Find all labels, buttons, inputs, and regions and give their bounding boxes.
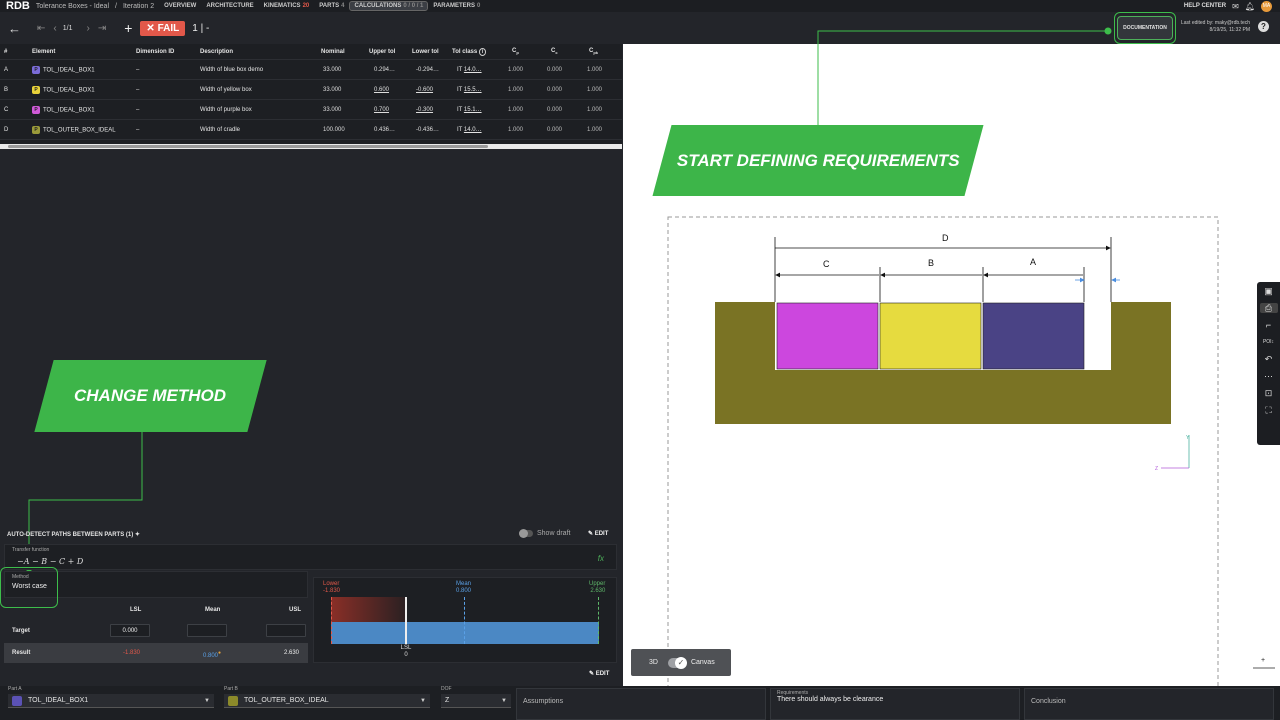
result-row-label: Result [12,650,31,656]
target-mean-input[interactable] [187,624,227,637]
mean-marker: Mean 0.800 [456,581,472,594]
label-b: B [928,258,934,268]
distribution-chart: Lower -1.830 Mean 0.800 Upper 2.630 LSL 0 [313,577,617,663]
function-icon[interactable]: fx [598,554,604,563]
conclusion-field[interactable]: Conclusion [1024,688,1274,720]
dof-field[interactable]: DOF Z ▼ [441,686,511,708]
part-b-label: Part B [224,686,238,692]
show-draft-toggle[interactable]: Show draft [519,529,571,538]
results-table: LSL Mean USL Target 0.000 Result -1.830 … [4,600,308,664]
target-lsl-input[interactable]: 0.000 [110,624,150,637]
check-icon: ✓ [674,656,687,669]
axis-y-label: Y [1186,435,1190,441]
part-a-swatch [12,695,22,706]
target-row-label: Target [12,628,30,634]
result-range-bar [331,622,599,644]
label-c: C [823,259,830,269]
print-icon[interactable]: ⎙ [1259,303,1278,313]
results-col-usl: USL [289,607,301,613]
lower-line [331,597,332,644]
transfer-function-value: −A − B − C + D [17,557,84,566]
chevron-down-icon[interactable]: ▼ [501,698,507,704]
requirements-value: There should always be clearance [777,696,884,703]
image-icon[interactable]: ▣ [1264,286,1273,296]
upper-limit: Upper 2.630 [589,581,606,594]
result-row [4,643,308,663]
view-mode-toggle[interactable]: 3D ✓ Canvas [631,649,731,676]
target-usl-input[interactable] [266,624,306,637]
poi-icon[interactable]: POI↕ [1263,337,1274,347]
svg-text:+: + [1261,657,1265,664]
blue-box [982,302,1085,370]
assembly-drawing: D C B A Y Z + [667,216,1275,686]
lower-limit: Lower -1.830 [323,581,341,594]
part-b-swatch [228,695,238,706]
view-switch[interactable]: ✓ [667,656,687,669]
sparkle-icon[interactable]: ✦ [135,532,140,538]
dof-label: DOF [441,686,452,692]
pencil-icon: ✎ [588,531,594,537]
transfer-function-box[interactable]: Transfer function −A − B − C + D fx [4,544,617,570]
show-draft-label: Show draft [537,530,571,537]
results-col-lsl: LSL [130,607,142,613]
result-usl: 2.630 [284,650,300,656]
callout-change-method: CHANGE METHOD [34,360,267,432]
purple-box [776,302,879,370]
bottom-bar: Part A TOL_IDEAL_BOX1 ▼ Part B TOL_OUTER_… [0,686,1280,720]
part-a-value: TOL_IDEAL_BOX1 [28,697,89,704]
undo-icon[interactable]: ↶ [1265,354,1273,364]
lsl-line [405,597,407,644]
edit-paths-button[interactable]: ✎ EDIT [588,530,608,537]
result-lsl: -1.830 [123,650,141,656]
part-a-field[interactable]: Part A TOL_IDEAL_BOX1 ▼ [8,686,214,708]
view-tools: ▣ ⎙ ⌐ POI↕ ↶ ⋯ ⊡ ⛶ [1257,282,1280,445]
focus-icon[interactable]: ⊡ [1265,388,1273,398]
requirements-field[interactable]: Requirements There should always be clea… [770,688,1020,720]
yellow-box [879,302,982,370]
assumptions-field[interactable]: Assumptions [516,688,766,720]
edit-results-button[interactable]: ✎ EDIT [589,670,609,677]
paths-title: AUTO-DETECT PATHS BETWEEN PARTS (1) ✦ [7,532,140,538]
axis-z-label: Z [1155,466,1158,472]
transfer-function-label: Transfer function [12,547,50,553]
toggle-canvas-label: Canvas [690,659,715,666]
mean-line [464,597,465,644]
chevron-down-icon[interactable]: ▼ [204,698,210,704]
pencil-icon: ✎ [589,671,595,677]
results-col-mean: Mean [205,607,221,613]
dimension-icon[interactable]: ⌐ [1266,320,1271,330]
upper-line [598,597,599,644]
chevron-down-icon[interactable]: ▼ [420,698,426,704]
toggle-3d-label: 3D [649,659,658,666]
lsl-label: LSL 0 [400,645,412,658]
more-icon[interactable]: ⋯ [1264,371,1273,381]
dof-value: Z [445,697,450,704]
fullscreen-icon[interactable]: ⛶ [1265,405,1271,415]
label-a: A [1030,257,1036,267]
part-a-label: Part A [8,686,22,692]
label-d: D [942,233,949,243]
part-b-field[interactable]: Part B TOL_OUTER_BOX_IDEAL ▼ [224,686,430,708]
result-mean: 0.800● [203,650,222,659]
part-b-value: TOL_OUTER_BOX_IDEAL [244,697,329,704]
